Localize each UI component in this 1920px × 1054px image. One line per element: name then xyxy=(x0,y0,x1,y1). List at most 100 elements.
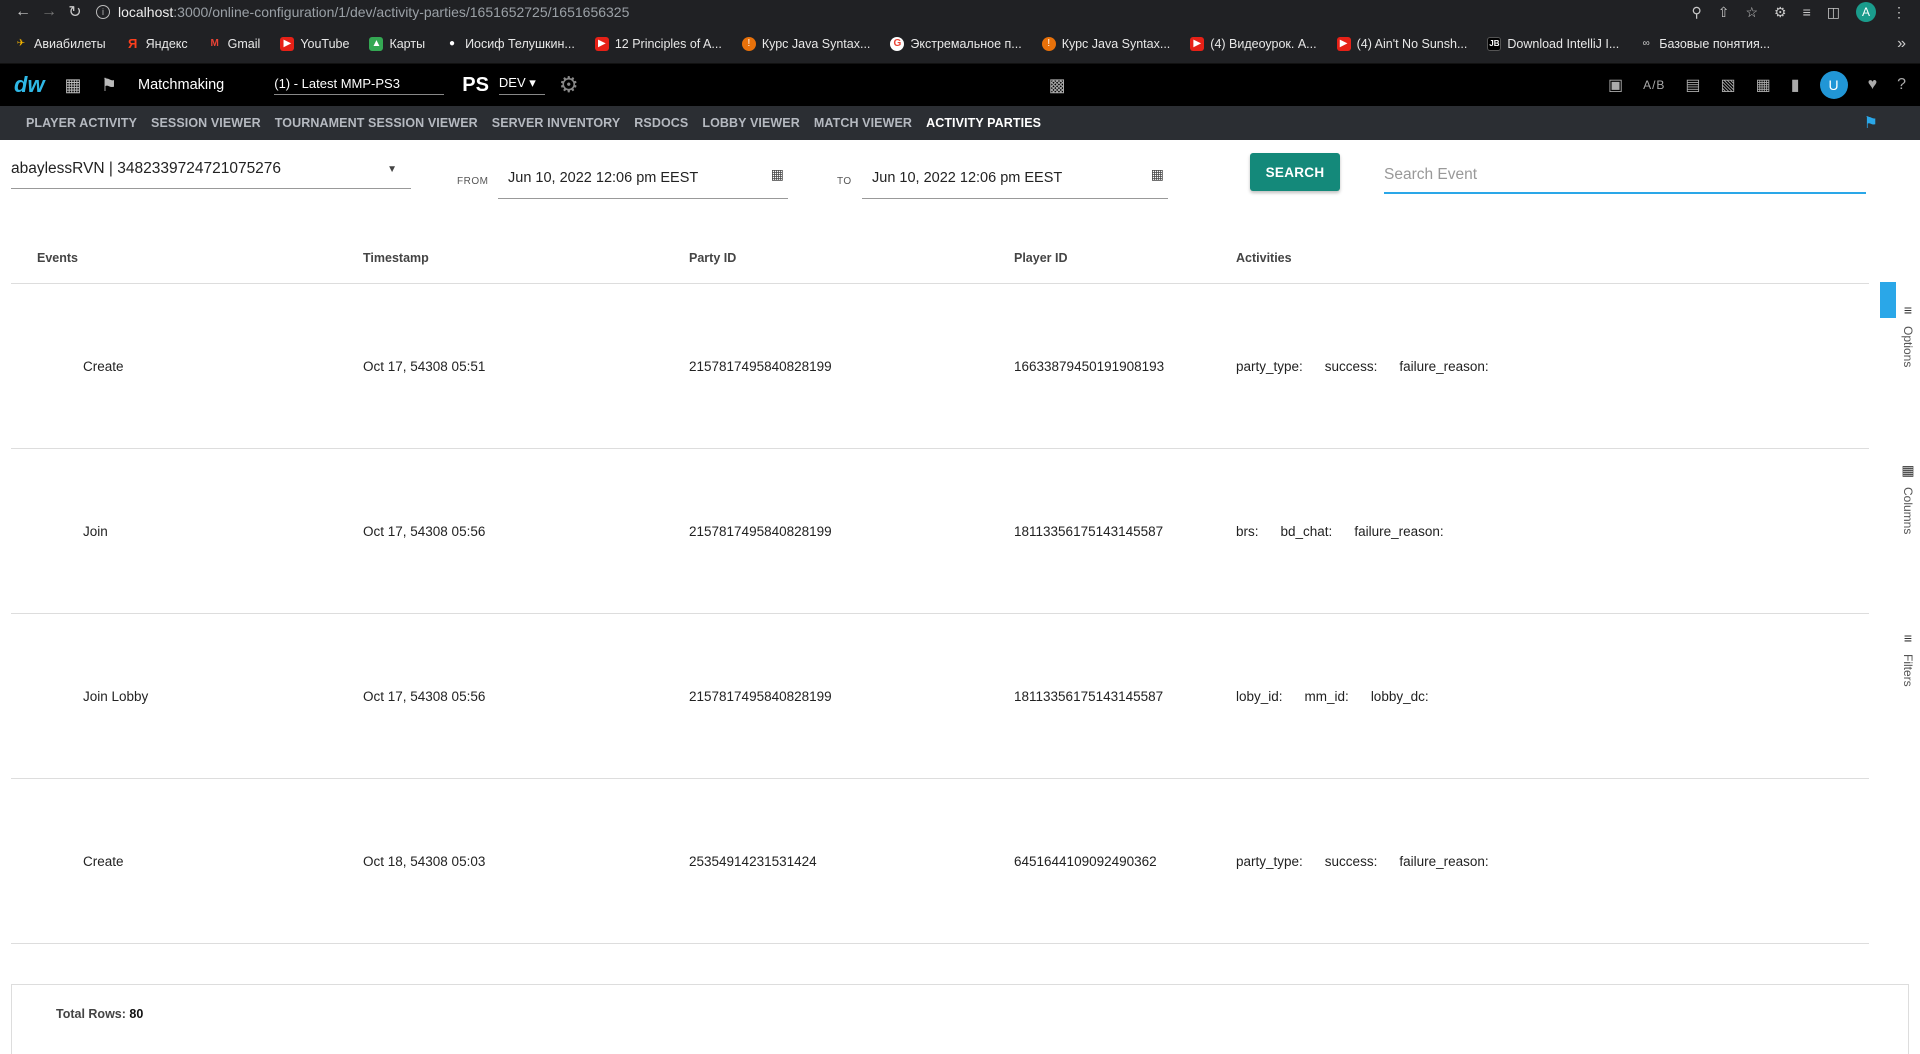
table-row[interactable]: Join Lobby Oct 17, 54308 05:56 21578174958… xyxy=(11,614,1869,779)
bookmark-item[interactable]: ! Курс Java Syntax... xyxy=(741,36,870,51)
bookmark-item[interactable]: JB Download IntelliJ I... xyxy=(1487,36,1619,51)
table-row[interactable]: Create Oct 17, 54308 05:51 215781749584082… xyxy=(11,284,1869,449)
chevron-down-icon: ▾ xyxy=(529,75,536,90)
to-date-field[interactable]: Jun 10, 2022 12:06 pm EEST ▦ xyxy=(862,166,1168,199)
back-icon[interactable]: ← xyxy=(10,0,36,24)
calendar-icon[interactable]: ▦ xyxy=(771,166,784,183)
column-header-activities[interactable]: Activities xyxy=(1236,251,1869,265)
columns-tab[interactable]: ▦ Columns xyxy=(1898,462,1918,534)
column-header-timestamp[interactable]: Timestamp xyxy=(363,251,689,265)
player-select[interactable]: abaylessRVN | 3482339724721075276 ▼ xyxy=(11,154,411,189)
zoom-icon[interactable]: ⚲ xyxy=(1691,4,1701,21)
total-rows-label: Total Rows: xyxy=(56,1007,126,1021)
activity-key: lobby_dc: xyxy=(1370,688,1429,704)
calendar-icon[interactable]: ▦ xyxy=(1151,166,1164,183)
reload-icon[interactable]: ↻ xyxy=(62,0,88,24)
help-icon[interactable]: ? xyxy=(1897,76,1906,94)
search-event-input[interactable] xyxy=(1384,160,1866,194)
side-panel-icon[interactable]: ◫ xyxy=(1827,4,1840,21)
tab-session-viewer[interactable]: SESSION VIEWER xyxy=(151,116,261,130)
address-bar[interactable]: i localhost :3000/online-configuration/1… xyxy=(96,4,1691,20)
bookmark-item[interactable]: ▶ (4) Видеоурок. A... xyxy=(1190,36,1317,51)
player-select-value: abaylessRVN | 3482339724721075276 xyxy=(11,160,282,177)
reading-list-icon[interactable]: ≡ xyxy=(1803,4,1811,20)
column-header-party-id[interactable]: Party ID xyxy=(689,251,1014,265)
bookmark-item[interactable]: ▶ 12 Principles of A... xyxy=(594,36,722,51)
bookmark-item[interactable]: ! Курс Java Syntax... xyxy=(1041,36,1170,51)
calendar-icon[interactable]: ▦ xyxy=(1756,75,1771,95)
bookmark-item[interactable]: Я Яндекс xyxy=(126,36,188,51)
star-icon[interactable]: ☆ xyxy=(1745,4,1758,21)
apps-grid-icon[interactable]: ▦ xyxy=(62,75,84,96)
gear-icon[interactable]: ⚙ xyxy=(559,72,579,98)
bookmark-item[interactable]: ✈ Авиабилеты xyxy=(14,37,106,51)
tab-server-inventory[interactable]: SERVER INVENTORY xyxy=(492,116,621,130)
bookmark-item[interactable]: ∞ Базовые понятия... xyxy=(1639,37,1770,51)
table-row[interactable]: Create Oct 18, 54308 05:03 253549142315314… xyxy=(11,779,1869,944)
column-header-player-id[interactable]: Player ID xyxy=(1014,251,1236,265)
table-header: Events Timestamp Party ID Player ID Acti… xyxy=(11,232,1869,284)
bookmark-item[interactable]: ▶ (4) Ain't No Sunsh... xyxy=(1336,36,1467,51)
bookmark-item[interactable]: M Gmail xyxy=(208,36,261,51)
bookmark-label: Gmail xyxy=(227,36,261,51)
profile-avatar[interactable]: A xyxy=(1856,2,1876,22)
forward-icon[interactable]: → xyxy=(36,0,62,24)
tab-activity-parties[interactable]: ACTIVITY PARTIES xyxy=(926,116,1041,130)
table-body: Create Oct 17, 54308 05:51 215781749584082… xyxy=(11,284,1869,944)
youtube-icon: ▶ xyxy=(1190,36,1205,51)
player-id-cell: 6451644109092490362 xyxy=(1014,853,1157,869)
analytics-icon[interactable]: ▧ xyxy=(1721,75,1736,95)
site-info-icon[interactable]: i xyxy=(96,5,110,19)
plane-icon: ✈ xyxy=(16,38,26,49)
player-id-cell: 18113356175143145587 xyxy=(1014,688,1164,704)
from-date-field[interactable]: Jun 10, 2022 12:06 pm EEST ▦ xyxy=(498,166,788,199)
bookmark-page-icon[interactable]: ⚑ xyxy=(1864,113,1878,133)
activity-key: brs: xyxy=(1236,523,1259,539)
tab-rsdocs[interactable]: RSDOCS xyxy=(634,116,688,130)
url-host: localhost xyxy=(118,4,174,20)
bookmark-item[interactable]: ▲ Карты xyxy=(369,36,426,51)
activities-cell: brs: bd_chat: failure_reason: xyxy=(1236,524,1869,539)
columns-tab-label: Columns xyxy=(1901,487,1915,535)
stage-select[interactable]: DEV ▾ xyxy=(498,75,545,95)
chat-icon[interactable]: ▩ xyxy=(1049,75,1066,96)
youtube-icon: ▶ xyxy=(594,36,609,51)
scroll-indicator[interactable] xyxy=(1880,282,1896,318)
share-icon[interactable]: ⇧ xyxy=(1718,4,1730,21)
tab-match-viewer[interactable]: MATCH VIEWER xyxy=(814,116,912,130)
activity-key: failure_reason: xyxy=(1399,853,1489,869)
bookmark-item[interactable]: ▶ YouTube xyxy=(280,36,349,51)
tab-tournament-session-viewer[interactable]: TOURNAMENT SESSION VIEWER xyxy=(275,116,478,130)
options-tab[interactable]: ≡ Options xyxy=(1898,302,1918,367)
total-rows-value: 80 xyxy=(129,1007,144,1021)
party-id-cell: 2157817495840828199 xyxy=(689,523,832,539)
bookmark-item[interactable]: ● Иосиф Телушкин... xyxy=(445,37,575,51)
bell-icon[interactable]: ♥ xyxy=(1868,76,1878,94)
tab-player-activity[interactable]: PLAYER ACTIVITY xyxy=(26,116,137,130)
dw-logo[interactable]: dw xyxy=(14,72,48,98)
tab-lobby-viewer[interactable]: LOBBY VIEWER xyxy=(702,116,800,130)
gamepad-icon[interactable]: ▣ xyxy=(1608,75,1623,95)
app-name[interactable]: Matchmaking xyxy=(138,77,224,93)
table-row[interactable]: Join Oct 17, 54308 05:56 21578174958408281… xyxy=(11,449,1869,614)
activities-cell: party_type: success: failure_reason: xyxy=(1236,854,1869,869)
user-avatar[interactable]: U xyxy=(1819,71,1848,99)
app-header: dw ▦ ⚑ Matchmaking (1) - Latest MMP-PS3 … xyxy=(0,64,1920,106)
ab-testing-icon[interactable]: A/B xyxy=(1643,78,1665,92)
bookmark-label: Карты xyxy=(389,36,426,51)
filters-tab[interactable]: ≡ Filters xyxy=(1898,630,1918,687)
event-cell: Create xyxy=(83,853,124,869)
lock-icon[interactable]: ▮ xyxy=(1791,75,1800,95)
column-header-events[interactable]: Events xyxy=(11,251,363,265)
extensions-icon[interactable]: ⚙ xyxy=(1774,4,1787,21)
menu-icon[interactable]: ⋮ xyxy=(1892,4,1906,21)
party-id-cell: 2157817495840828199 xyxy=(689,688,832,704)
search-button[interactable]: SEARCH xyxy=(1250,153,1340,191)
config-icon[interactable]: ▤ xyxy=(1685,75,1700,95)
filter-icon: ≡ xyxy=(1903,630,1913,646)
bookmark-item[interactable]: G Экстремальное п... xyxy=(890,36,1022,51)
environment-select[interactable]: (1) - Latest MMP-PS3 xyxy=(274,76,445,95)
more-bookmarks-icon[interactable]: » xyxy=(1897,35,1906,53)
youtube-icon: ▶ xyxy=(1336,36,1351,51)
bookmark-icon[interactable]: ⚑ xyxy=(98,75,120,96)
